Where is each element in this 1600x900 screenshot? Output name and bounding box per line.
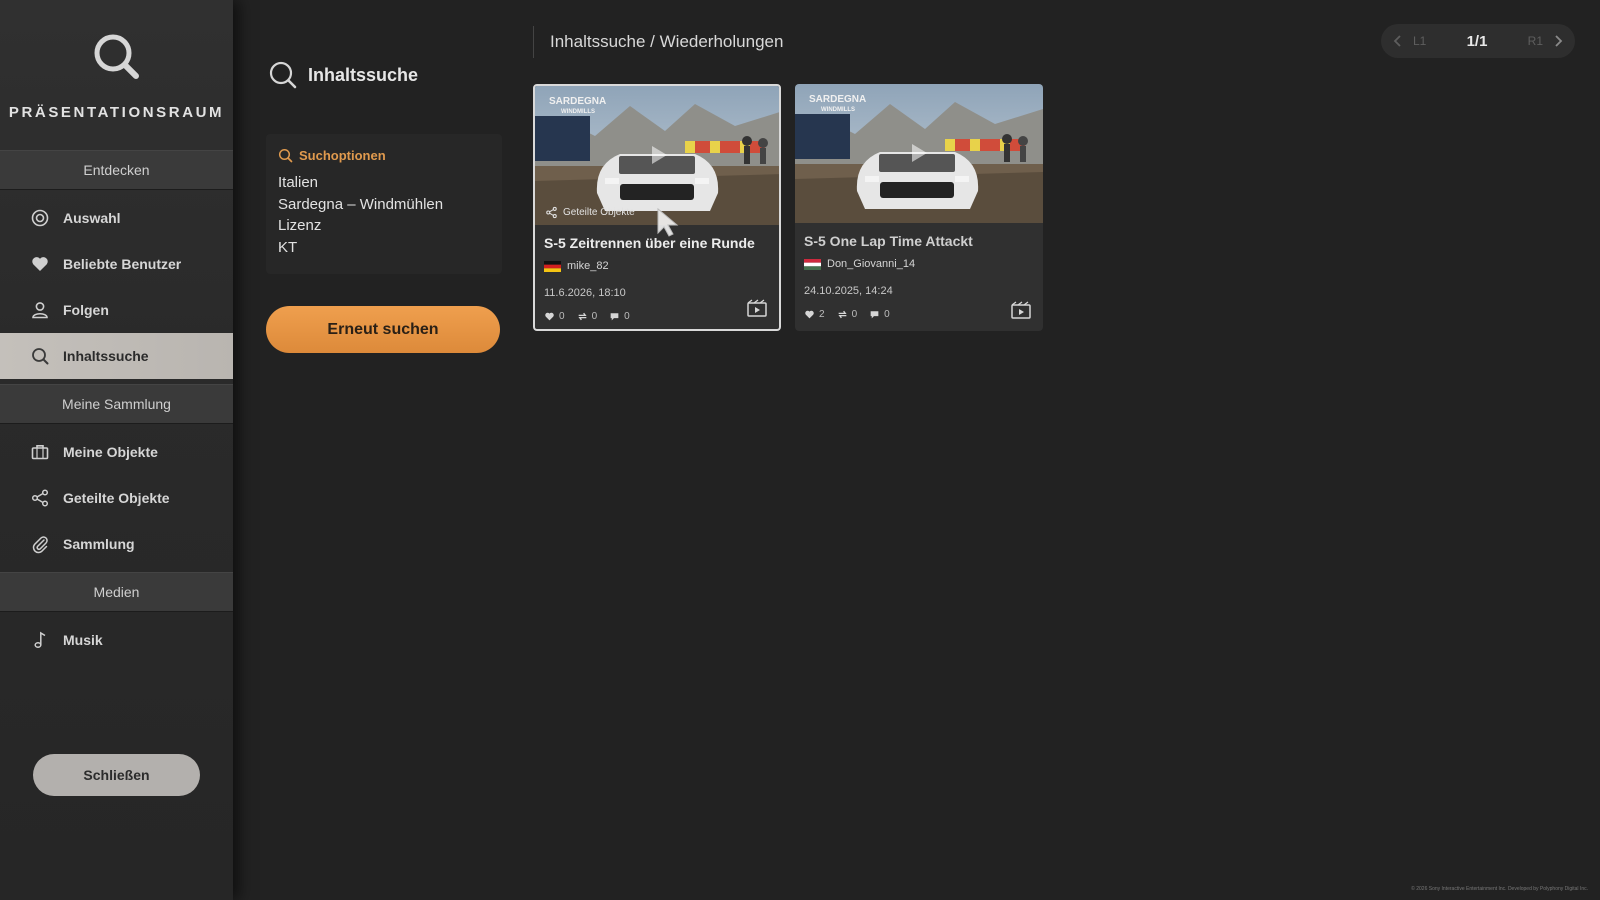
briefcase-icon: [30, 442, 50, 462]
search-icon: [278, 148, 293, 163]
search-option-track: Sardegna – Windmühlen: [278, 195, 444, 213]
replay-username: Don_Giovanni_14: [827, 258, 916, 270]
share-icon: [546, 206, 557, 219]
sidebar-item-label: Auswahl: [63, 210, 121, 226]
sidebar-item-beliebte-benutzer[interactable]: Beliebte Benutzer: [0, 241, 233, 287]
close-button[interactable]: Schließen: [33, 754, 200, 796]
sidebar-item-auswahl[interactable]: Auswahl: [0, 195, 233, 241]
replay-user[interactable]: Don_Giovanni_14: [804, 258, 1034, 270]
search-again-button[interactable]: Erneut suchen: [266, 306, 500, 353]
search-option-class: KT: [278, 238, 298, 256]
brand: PRÄSENTATIONSRAUM: [0, 0, 233, 150]
pager: L1 1/1 R1: [1381, 24, 1575, 58]
germany-flag-icon: [544, 260, 561, 272]
search-options-box: Suchoptionen Italien Sardegna – Windmühl…: [266, 134, 502, 274]
shared-tag: Geteilte Objekte: [545, 206, 635, 219]
repost-icon: [837, 310, 847, 319]
panel-title: Inhaltssuche: [268, 60, 418, 90]
pager-next[interactable]: R1: [1528, 34, 1563, 48]
heart-icon: [545, 312, 554, 321]
likes-stat[interactable]: 0: [544, 311, 565, 322]
comment-icon: [610, 313, 619, 321]
sidebar-item-folgen[interactable]: Folgen: [0, 287, 233, 333]
replay-thumbnail[interactable]: SARDEGNA WINDMILLS Geteilte Objekte: [535, 86, 779, 225]
pager-next-label: R1: [1527, 34, 1543, 48]
panel-title-text: Inhaltssuche: [308, 64, 419, 85]
heart-icon: [805, 310, 814, 319]
breadcrumb: Inhaltssuche / Wiederholungen: [550, 32, 784, 51]
brand-title: PRÄSENTATIONSRAUM: [8, 104, 225, 121]
sidebar-item-label: Geteilte Objekte: [63, 490, 170, 506]
mouse-cursor-icon: [657, 207, 679, 237]
selection-icon: [30, 208, 50, 228]
pager-prev-label: L1: [1413, 34, 1427, 48]
replay-icon[interactable]: [747, 299, 767, 317]
replay-date: 11.6.2026, 18:10: [544, 287, 626, 299]
reposts-stat[interactable]: 0: [837, 309, 857, 320]
comments-stat[interactable]: 0: [869, 309, 890, 320]
chevron-right-icon: [1555, 35, 1563, 47]
copyright: © 2026 Sony Interactive Entertainment In…: [1411, 886, 1588, 892]
header-divider: [533, 26, 534, 58]
paperclip-icon: [30, 534, 50, 554]
repost-icon: [577, 312, 587, 321]
replay-username: mike_82: [567, 260, 609, 272]
magnifier-logo-icon: [94, 34, 139, 79]
likes-stat[interactable]: 2: [804, 309, 825, 320]
share-icon: [30, 488, 50, 508]
pager-prev[interactable]: L1: [1393, 34, 1426, 48]
replay-stats: 2 0 0: [804, 309, 1034, 320]
replay-icon[interactable]: [1011, 301, 1031, 319]
heart-icon: [30, 254, 50, 274]
sidebar-item-label: Beliebte Benutzer: [63, 256, 182, 272]
search-options-label: Suchoptionen: [299, 148, 386, 163]
search-options-header: Suchoptionen: [278, 148, 490, 163]
sidebar-item-label: Musik: [63, 632, 103, 648]
section-header-meine-sammlung: Meine Sammlung: [0, 384, 233, 424]
comments-stat[interactable]: 0: [609, 311, 630, 322]
sidebar-item-label: Folgen: [63, 302, 109, 318]
replay-stats: 0 0 0: [544, 311, 770, 322]
section-header-entdecken: Entdecken: [0, 150, 233, 190]
music-note-icon: [30, 630, 50, 650]
search-option-license: Lizenz: [278, 217, 322, 234]
sidebar-item-label: Sammlung: [63, 536, 135, 552]
sidebar-item-label: Meine Objekte: [63, 444, 158, 460]
track-logo: SARDEGNA WINDMILLS: [809, 94, 867, 113]
reposts-stat[interactable]: 0: [577, 311, 597, 322]
comment-icon: [870, 311, 879, 319]
replay-card[interactable]: SARDEGNA WINDMILLS S-5 One Lap Time Atta…: [795, 84, 1043, 331]
chevron-left-icon: [1393, 35, 1401, 47]
sidebar-item-sammlung[interactable]: Sammlung: [0, 521, 233, 567]
search-option-country: Italien: [278, 174, 319, 191]
search-icon: [30, 346, 50, 366]
sidebar: PRÄSENTATIONSRAUM Entdecken Auswahl Beli…: [0, 0, 233, 900]
sidebar-item-inhaltssuche[interactable]: Inhaltssuche: [0, 333, 233, 379]
page-indicator: 1/1: [1466, 32, 1488, 50]
sidebar-item-musik[interactable]: Musik: [0, 617, 233, 663]
track-logo: SARDEGNA WINDMILLS: [549, 96, 607, 115]
search-icon: [269, 61, 297, 89]
replay-user[interactable]: mike_82: [544, 260, 770, 272]
section-header-medien: Medien: [0, 572, 233, 612]
sidebar-item-label: Inhaltssuche: [63, 348, 149, 364]
replay-title: S-5 One Lap Time Attackt: [804, 233, 973, 249]
replay-thumbnail[interactable]: SARDEGNA WINDMILLS: [795, 84, 1043, 223]
replay-date: 24.10.2025, 14:24: [804, 285, 893, 297]
sidebar-item-meine-objekte[interactable]: Meine Objekte: [0, 429, 233, 475]
replay-title: S-5 Zeitrennen über eine Runde: [544, 235, 755, 251]
hungary-flag-icon: [804, 258, 821, 270]
sidebar-item-geteilte-objekte[interactable]: Geteilte Objekte: [0, 475, 233, 521]
person-icon: [30, 300, 50, 320]
